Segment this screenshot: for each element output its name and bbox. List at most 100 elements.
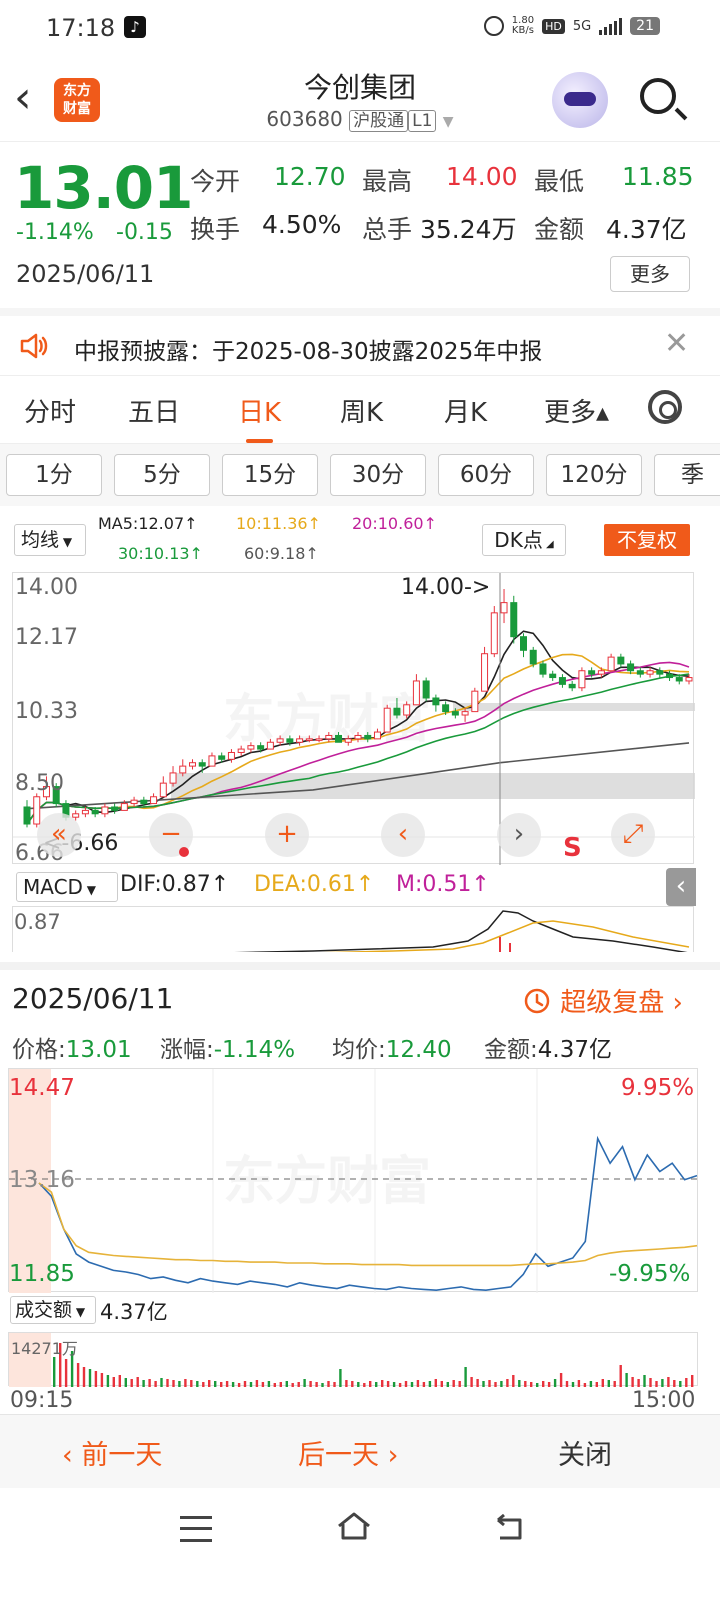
- change-amount: -0.15: [116, 220, 173, 245]
- stock-code-row[interactable]: 603680 沪股通 L1 ▼: [0, 106, 720, 132]
- volume-bar: [553, 1379, 557, 1387]
- volume-bar: [595, 1382, 598, 1387]
- volume-bar: [565, 1381, 569, 1387]
- candle-body: [354, 734, 362, 740]
- ma-selector[interactable]: 均线 ▼: [14, 524, 86, 556]
- candle-body: [510, 602, 518, 638]
- search-icon[interactable]: [640, 78, 676, 114]
- volume-bar: [190, 1380, 193, 1387]
- close-button[interactable]: 关闭: [558, 1433, 612, 1472]
- volume-bar: [392, 1382, 396, 1387]
- interval-1min[interactable]: 1分: [6, 454, 102, 496]
- volume-bar: [106, 1375, 110, 1387]
- home-icon[interactable]: [336, 1510, 372, 1542]
- macd-axis: 0.87: [14, 910, 61, 934]
- tab-five-day[interactable]: 五日: [128, 392, 180, 429]
- tab-daily-k[interactable]: 日K: [238, 392, 281, 443]
- volume-bar: [255, 1380, 259, 1387]
- tab-intraday[interactable]: 分时: [24, 392, 76, 429]
- volume-bar: [386, 1381, 390, 1387]
- macd-panel[interactable]: MACD ▼ DIF:0.87↑ DEA:0.61↑ M:0.51↑ 0.87: [12, 868, 694, 952]
- volume-bar: [273, 1383, 276, 1387]
- intraday-down-limit: -9.95%: [609, 1261, 691, 1287]
- period-tabs: 分时 五日 日K 周K 月K 更多▴: [0, 376, 720, 444]
- notice-bar[interactable]: 中报预披露：于2025-08-30披露2025年中报 ✕: [0, 308, 720, 376]
- next-icon[interactable]: ›: [497, 813, 541, 857]
- candle-body: [111, 806, 119, 811]
- popup-amount: 金额:4.37亿: [484, 1037, 612, 1063]
- volume-bar: [667, 1377, 670, 1387]
- adjust-button[interactable]: 不复权: [604, 524, 690, 556]
- interval-bar: 1分 5分 15分 30分 60分 120分 季: [0, 444, 720, 506]
- candle-body: [189, 762, 196, 767]
- system-nav-bar: [0, 1488, 720, 1600]
- low-value: 11.85: [622, 162, 694, 191]
- candle-body: [607, 656, 615, 672]
- candle-body: [568, 683, 576, 689]
- fullscreen-icon[interactable]: ⤢: [611, 813, 655, 857]
- dk-point-button[interactable]: DK点 ◢: [482, 524, 566, 556]
- volume-bar: [637, 1379, 640, 1387]
- volume-bar: [685, 1378, 688, 1387]
- volume-selector[interactable]: 成交额 ▼: [10, 1296, 96, 1324]
- volume-max: 14271万: [11, 1339, 78, 1358]
- scroll-left-icon[interactable]: «: [37, 813, 81, 857]
- volume-bar: [524, 1381, 527, 1387]
- candle-body: [617, 656, 625, 665]
- volume-bar: [243, 1381, 247, 1387]
- intraday-chart[interactable]: 东方财富 14.47 13.16 11.85 9.95% -9.95%: [8, 1068, 699, 1293]
- more-button[interactable]: 更多: [610, 256, 690, 292]
- network-type: 5G: [572, 18, 592, 34]
- interval-120min[interactable]: 120分: [546, 454, 642, 496]
- speaker-icon: [20, 333, 48, 359]
- kline-chart[interactable]: 东方财富 14.00 12.17 10.33 8.50 6.66 14.00->…: [12, 572, 695, 866]
- candle-body: [666, 673, 674, 679]
- interval-quarter[interactable]: 季: [654, 454, 720, 496]
- interval-5min[interactable]: 5分: [114, 454, 210, 496]
- volume-bar: [530, 1382, 533, 1387]
- volume-bar: [285, 1381, 288, 1387]
- network-speed: 1.80 KB/s: [511, 15, 535, 36]
- kline-svg: [13, 573, 695, 865]
- prev-day-button[interactable]: ‹ 前一天: [62, 1433, 162, 1472]
- menu-icon[interactable]: [180, 1516, 212, 1542]
- candle-body: [208, 755, 216, 767]
- gear-icon[interactable]: [648, 390, 682, 424]
- intraday-low: 11.85: [9, 1261, 75, 1287]
- interval-60min[interactable]: 60分: [438, 454, 534, 496]
- volume-bar: [148, 1379, 151, 1387]
- collapse-chevron-icon[interactable]: ‹: [666, 868, 696, 906]
- super-replay-button[interactable]: 超级复盘 ›: [522, 982, 683, 1019]
- y-tick-3: 10.33: [15, 699, 78, 724]
- candle-body: [549, 673, 557, 679]
- volume-bar: [494, 1382, 497, 1387]
- candle-body: [461, 711, 469, 716]
- tab-more[interactable]: 更多▴: [544, 392, 609, 429]
- candle-body: [266, 741, 274, 750]
- ma20-value: 20:10.60↑: [352, 514, 437, 533]
- candle-body: [237, 748, 245, 753]
- robot-assistant-icon[interactable]: [552, 72, 608, 128]
- tab-monthly-k[interactable]: 月K: [444, 392, 487, 429]
- candle-body: [451, 711, 459, 716]
- stock-name: 今创集团: [303, 71, 416, 104]
- open-value: 12.70: [274, 162, 346, 191]
- high-value: 14.00: [446, 162, 518, 191]
- intraday-mid: 13.16: [9, 1167, 75, 1193]
- prev-icon[interactable]: ‹: [381, 813, 425, 857]
- interval-15min[interactable]: 15分: [222, 454, 318, 496]
- interval-30min[interactable]: 30分: [330, 454, 426, 496]
- ma-line: [26, 661, 690, 825]
- popup-actions: ‹ 前一天 后一天 › 关闭: [0, 1414, 720, 1488]
- next-day-button[interactable]: 后一天 ›: [298, 1433, 398, 1472]
- tab-weekly-k[interactable]: 周K: [340, 392, 383, 429]
- macd-selector[interactable]: MACD ▼: [16, 872, 118, 902]
- connect-tag: 沪股通: [349, 110, 409, 132]
- record-dot: [179, 847, 189, 857]
- volume-bar: [214, 1381, 217, 1387]
- candle-body: [520, 636, 527, 651]
- back-icon[interactable]: [494, 1514, 526, 1542]
- close-icon[interactable]: ✕: [664, 326, 689, 361]
- volume-bar: [160, 1378, 163, 1387]
- zoom-in-icon[interactable]: +: [265, 813, 309, 857]
